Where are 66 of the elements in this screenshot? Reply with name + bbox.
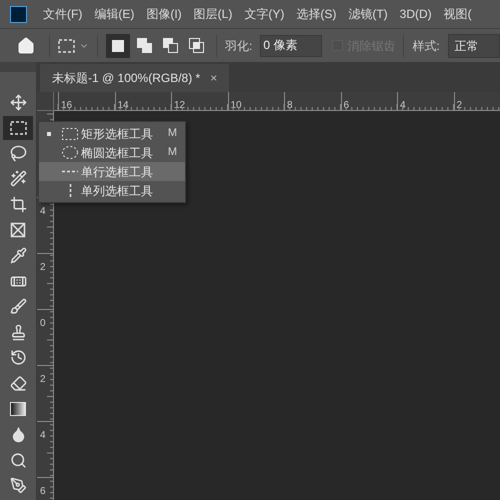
rectangle-marquee-icon bbox=[62, 128, 78, 140]
ruler-label: 2 bbox=[40, 374, 46, 385]
flyout-label: 单列选框工具 bbox=[81, 182, 153, 200]
eraser-icon bbox=[10, 375, 26, 392]
ruler-label: 4 bbox=[40, 430, 46, 441]
move-icon bbox=[10, 94, 26, 110]
home-icon[interactable] bbox=[17, 36, 35, 54]
flyout-label: 单行选框工具 bbox=[81, 164, 153, 180]
tool-preset-picker[interactable] bbox=[58, 38, 89, 52]
gradient-icon bbox=[10, 402, 26, 416]
ruler-label: 2 bbox=[40, 262, 46, 273]
app-logo bbox=[10, 6, 27, 22]
ruler-label: 8 bbox=[287, 100, 293, 110]
new-selection-icon bbox=[112, 40, 124, 52]
ruler-label: 6 bbox=[40, 486, 46, 497]
feather-label: 羽化: bbox=[225, 38, 252, 54]
ruler-label: 4 bbox=[400, 100, 406, 110]
ruler-label: 4 bbox=[40, 206, 46, 217]
eyedropper-icon bbox=[10, 247, 26, 264]
ruler-label: 12 bbox=[174, 100, 186, 110]
flyout-item[interactable]: 椭圆选框工具 M bbox=[39, 143, 185, 162]
wand-icon bbox=[10, 170, 26, 188]
flyout-label: 矩形选框工具 bbox=[81, 126, 153, 142]
intersect-selection-icon bbox=[188, 38, 204, 53]
document-tab[interactable]: 未标题-1 @ 100%(RGB/8) * × bbox=[40, 64, 230, 92]
frame-icon bbox=[10, 222, 26, 238]
flyout-item[interactable]: 单行选框工具 bbox=[39, 162, 185, 181]
stamp-icon bbox=[10, 324, 26, 341]
ruler-label: 14 bbox=[118, 100, 129, 110]
add-selection-icon bbox=[136, 38, 152, 53]
ellipse-marquee-icon bbox=[62, 146, 78, 159]
crop-icon bbox=[10, 196, 26, 213]
menu-item[interactable]: 图像(I) bbox=[140, 5, 188, 23]
menu-item[interactable]: 3D(D) bbox=[394, 5, 438, 23]
lasso-icon bbox=[10, 144, 26, 162]
ruler-label: 0 bbox=[40, 318, 46, 329]
menu-item[interactable]: 选择(S) bbox=[290, 5, 342, 23]
flyout-label: 椭圆选框工具 bbox=[81, 144, 153, 162]
close-button[interactable]: × bbox=[210, 69, 218, 87]
shortcut-label: M bbox=[168, 126, 177, 142]
flyout-item[interactable]: 单列选框工具 bbox=[39, 181, 185, 200]
ruler-label: 2 bbox=[456, 100, 462, 110]
menu-item[interactable]: 图层(L) bbox=[188, 5, 238, 23]
ruler-label: 6 bbox=[344, 100, 350, 110]
style-select[interactable]: 正常 bbox=[448, 34, 500, 58]
brush-icon bbox=[10, 298, 26, 316]
style-label: 样式: bbox=[412, 38, 440, 54]
menu-item[interactable]: 文字(Y) bbox=[238, 5, 290, 23]
menu-item[interactable]: 滤镜(T) bbox=[342, 5, 394, 23]
feather-field[interactable]: 0 像素 bbox=[260, 34, 322, 56]
column-marquee-icon bbox=[68, 184, 72, 198]
pen-icon bbox=[10, 477, 26, 494]
menu-item[interactable]: 文件(F) bbox=[37, 5, 88, 23]
marquee-icon bbox=[58, 38, 75, 52]
menu-item[interactable]: 编辑(E) bbox=[88, 5, 140, 23]
marquee-icon bbox=[10, 120, 26, 135]
flyout-item[interactable]: 矩形选框工具 M bbox=[39, 124, 185, 143]
row-marquee-icon bbox=[62, 170, 78, 173]
ruler-label: 16 bbox=[61, 100, 72, 110]
menu-item[interactable]: 视图( bbox=[438, 5, 478, 23]
subtract-selection-icon bbox=[162, 38, 178, 53]
document-title: 未标题-1 @ 100%(RGB/8) * bbox=[52, 70, 200, 87]
ruler-label: 10 bbox=[230, 100, 242, 110]
tool-button[interactable] bbox=[3, 116, 33, 140]
selection-mode-button[interactable] bbox=[106, 34, 130, 58]
shortcut-label: M bbox=[168, 145, 177, 160]
